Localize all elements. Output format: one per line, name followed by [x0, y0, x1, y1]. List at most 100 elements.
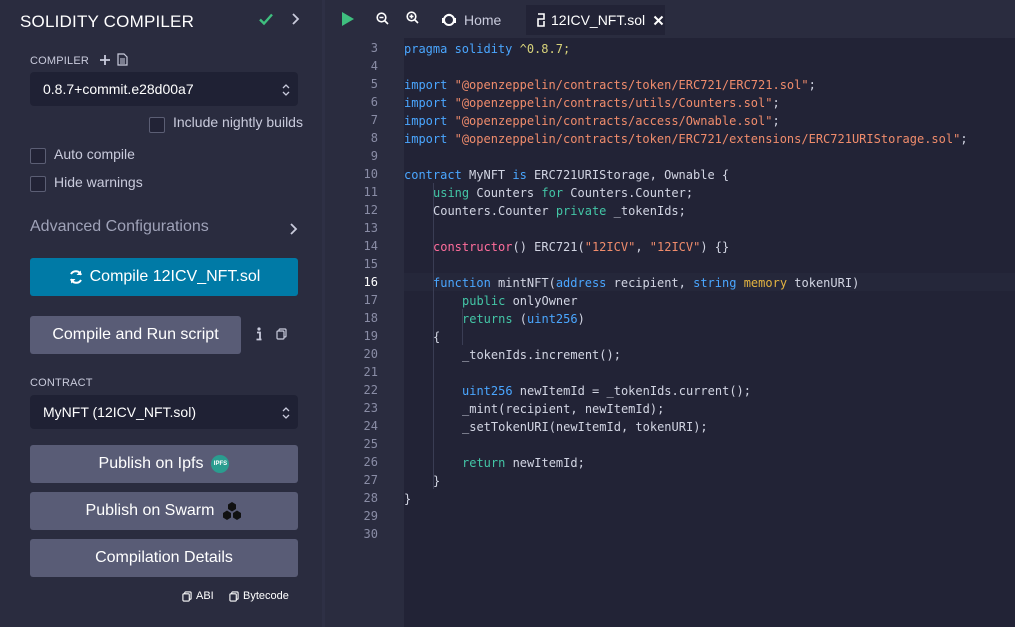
- code-token: import: [404, 96, 448, 110]
- code-token: ;: [772, 114, 780, 128]
- code-token: _tokenIds;: [606, 204, 686, 218]
- code-token: is: [512, 168, 527, 182]
- publish-swarm-label: Publish on Swarm: [85, 502, 215, 519]
- code-token: import: [404, 132, 448, 146]
- chevron-right-icon[interactable]: [289, 223, 298, 235]
- code-token: uint256: [527, 312, 578, 326]
- code-line-11: using Counters for Counters.Counter;: [433, 184, 693, 202]
- code-line-20: _tokenIds.increment();: [462, 346, 621, 364]
- code-token: import: [404, 114, 448, 128]
- tab-home[interactable]: Home: [433, 5, 525, 35]
- line-number: 8: [370, 131, 378, 145]
- tab-file-label: 12ICV_NFT.sol: [551, 12, 646, 28]
- advanced-configurations-toggle[interactable]: Advanced Configurations: [30, 218, 209, 236]
- line-number: 28: [363, 491, 378, 505]
- copy-icon: [229, 590, 239, 602]
- code-token: uint256: [462, 384, 513, 398]
- compile-run-script-button[interactable]: Compile and Run script: [30, 316, 241, 354]
- compiler-version-select[interactable]: 0.8.7+commit.e28d00a7: [30, 72, 298, 106]
- code-token: Counters.Counter: [433, 204, 556, 218]
- code-token: () ERC721(: [512, 240, 585, 254]
- compile-run-script-label: Compile and Run script: [52, 326, 219, 343]
- line-number: 26: [363, 455, 378, 469]
- play-icon[interactable]: [341, 11, 355, 27]
- close-icon[interactable]: [653, 15, 664, 26]
- code-token: pragma solidity: [404, 42, 513, 56]
- code-token: import: [404, 78, 448, 92]
- line-number: 17: [363, 293, 378, 307]
- code-token: ): [577, 312, 585, 326]
- line-number: 18: [363, 311, 378, 325]
- file-icon[interactable]: [117, 53, 128, 66]
- ipfs-icon: IPFS: [211, 455, 230, 473]
- code-line-26: return newItemId;: [462, 454, 585, 472]
- code-token: "12ICV": [584, 240, 636, 254]
- line-number: 25: [363, 437, 378, 451]
- compile-button[interactable]: Compile 12ICV_NFT.sol: [30, 258, 298, 296]
- code-line-3: pragma solidity ^0.8.7;: [404, 40, 570, 58]
- code-token: address: [555, 276, 607, 290]
- code-line-17: public onlyOwner: [462, 292, 578, 310]
- code-token: newItemId = _tokenIds.current();: [512, 384, 751, 398]
- code-token: ERC721URIStorage, Ownable {: [526, 168, 730, 182]
- code-token: string: [693, 276, 737, 290]
- code-token: using: [433, 186, 470, 200]
- publish-swarm-button[interactable]: Publish on Swarm: [30, 492, 298, 530]
- line-number-gutter: 3 4 5 6 7 8 9 10 11 12 13 14 15 16 17 18 19 20 21 22 23 24 25 2…: [325, 38, 405, 627]
- code-token: Counters: [469, 186, 542, 200]
- code-token: for: [541, 186, 564, 200]
- include-nightly-checkbox[interactable]: [149, 117, 165, 133]
- copy-icon[interactable]: [276, 328, 287, 340]
- tab-12icv-nft-sol[interactable]: 12ICV_NFT.sol: [526, 5, 665, 35]
- line-number: 20: [363, 347, 378, 361]
- code-line-16: function mintNFT(address recipient, stri…: [433, 274, 859, 292]
- panel-title: SOLIDITY COMPILER: [20, 12, 195, 31]
- line-number: 19: [363, 329, 378, 343]
- compile-button-label: Compile 12ICV_NFT.sol: [89, 268, 261, 285]
- hide-warnings-label: Hide warnings: [54, 174, 143, 190]
- line-number: 3: [370, 41, 378, 55]
- compilation-details-button[interactable]: Compilation Details: [30, 539, 298, 577]
- editor-tab-bar: Home 12ICV_NFT.sol: [325, 0, 1015, 38]
- abi-label: ABI: [196, 590, 214, 602]
- line-number: 12: [363, 203, 378, 217]
- hide-warnings-checkbox[interactable]: [30, 176, 46, 192]
- code-token: {: [433, 330, 441, 344]
- code-line-18: returns (uint256): [462, 310, 585, 328]
- chevron-right-icon[interactable]: [290, 13, 300, 25]
- info-icon[interactable]: [255, 327, 263, 341]
- line-number: 21: [363, 365, 378, 379]
- code-token: "@openzeppelin/contracts/token/ERC721/ex…: [454, 132, 961, 146]
- indent-guide: [433, 363, 434, 471]
- zoom-in-icon[interactable]: [406, 11, 419, 24]
- line-number: 23: [363, 401, 378, 415]
- compilation-details-label: Compilation Details: [95, 549, 233, 566]
- auto-compile-checkbox[interactable]: [30, 148, 46, 164]
- code-token: public: [462, 294, 506, 308]
- code-line-7: import "@openzeppelin/contracts/access/O…: [404, 112, 780, 130]
- publish-ipfs-button[interactable]: Publish on Ipfs IPFS: [30, 445, 298, 483]
- select-arrows-icon: [282, 84, 290, 96]
- abi-link[interactable]: ABI: [182, 590, 214, 602]
- code-token: ) {}: [700, 240, 730, 254]
- line-number: 16: [363, 275, 378, 289]
- code-token: contract: [404, 168, 462, 182]
- bytecode-label: Bytecode: [243, 590, 289, 602]
- code-line-6: import "@openzeppelin/contracts/utils/Co…: [404, 94, 780, 112]
- contract-select[interactable]: MyNFT (12ICV_NFT.sol): [30, 395, 298, 429]
- line-number: 22: [363, 383, 378, 397]
- line-number: 13: [363, 221, 378, 235]
- copy-icon: [182, 590, 192, 602]
- code-token: mintNFT(: [490, 276, 556, 290]
- code-token: _setTokenURI(newItemId, tokenURI);: [462, 420, 708, 434]
- code-line-5: import "@openzeppelin/contracts/token/ER…: [404, 76, 816, 94]
- code-token: _mint(recipient, newItemId);: [462, 402, 665, 416]
- zoom-out-icon[interactable]: [376, 12, 389, 25]
- code-editor[interactable]: pragma solidity ^0.8.7; import "@openzep…: [404, 38, 1015, 627]
- bytecode-link[interactable]: Bytecode: [229, 590, 289, 602]
- compiler-label: COMPILER: [30, 55, 90, 67]
- plus-icon[interactable]: [99, 54, 111, 66]
- line-number: 15: [363, 257, 378, 271]
- solidity-file-icon: [537, 13, 545, 27]
